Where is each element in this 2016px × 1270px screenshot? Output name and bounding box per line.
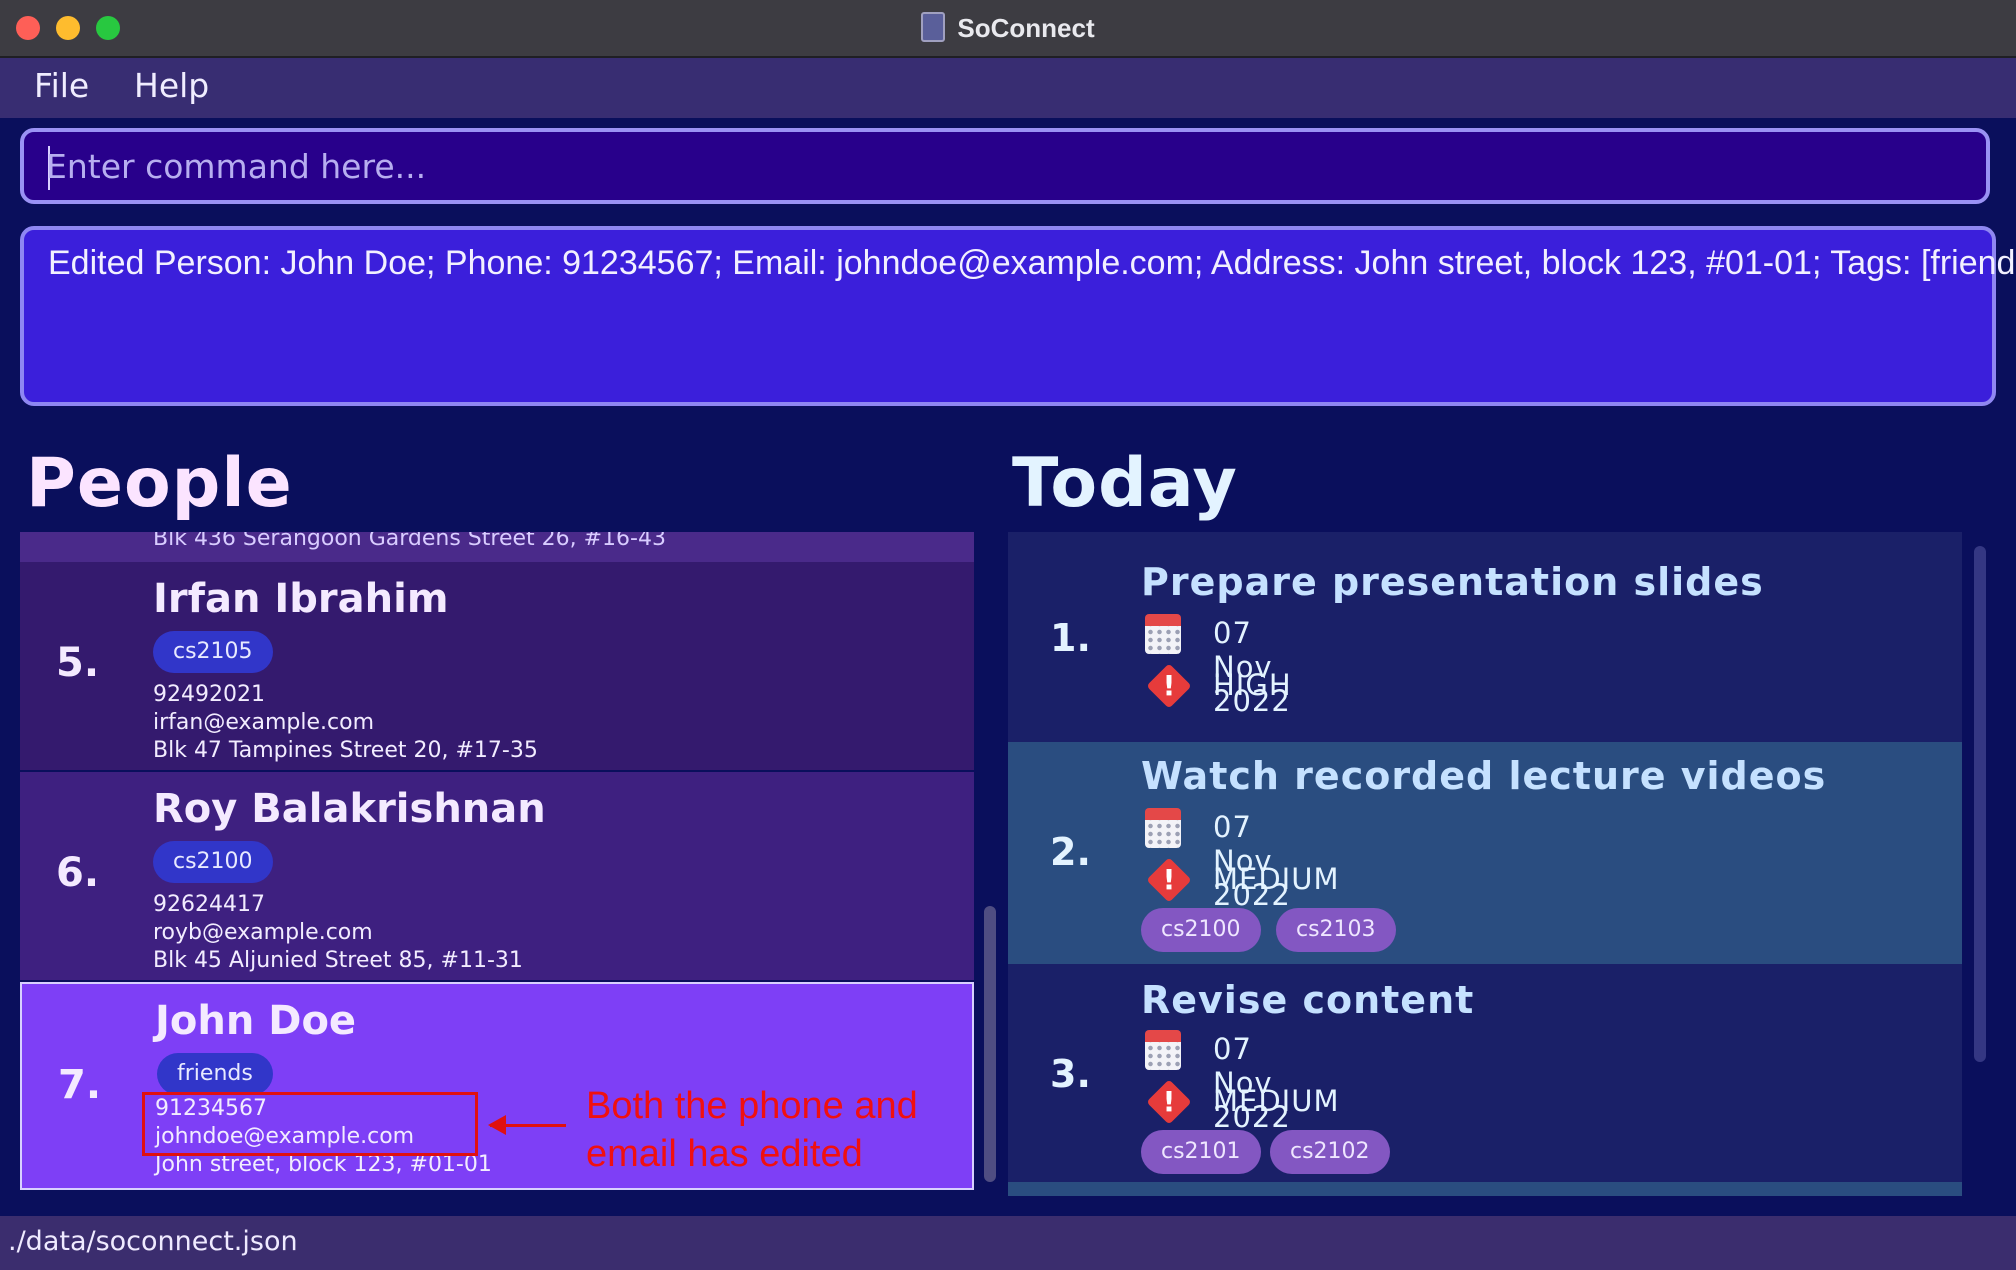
task-name: Revise content: [1141, 978, 1475, 1022]
today-task-list[interactable]: 1. Prepare presentation slides 07 Nov 20…: [1008, 532, 1962, 1196]
window-title: SoConnect: [957, 13, 1095, 43]
priority-warning-icon: !: [1146, 857, 1192, 903]
person-tag: cs2105: [153, 631, 273, 673]
person-address: Blk 436 Serangoon Gardens Street 26, #16…: [153, 532, 666, 551]
person-index: 7.: [58, 1062, 102, 1108]
person-address: Blk 45 Aljunied Street 85, #11-31: [153, 948, 523, 973]
annotation-arrowhead: [488, 1115, 506, 1135]
person-name: Roy Balakrishnan: [153, 786, 546, 832]
task-card[interactable]: 1. Prepare presentation slides 07 Nov 20…: [1008, 532, 1962, 742]
task-name: Prepare presentation slides: [1141, 560, 1764, 604]
command-input[interactable]: [46, 140, 1946, 192]
person-address: Blk 47 Tampines Street 20, #17-35: [153, 738, 538, 763]
task-date: 07 Nov 2022: [1213, 1032, 1291, 1134]
task-tag: cs2102: [1270, 1130, 1390, 1174]
task-priority: HIGH: [1213, 668, 1292, 702]
person-index: 6.: [56, 850, 100, 896]
task-card[interactable]: 2. Watch recorded lecture videos 07 Nov …: [1008, 742, 1962, 964]
command-box: [20, 128, 1990, 204]
person-card[interactable]: 5. Irfan Ibrahim cs2105 92492021 irfan@e…: [20, 562, 974, 770]
person-name: Irfan Ibrahim: [153, 576, 449, 622]
task-tag: cs2103: [1276, 908, 1396, 952]
today-heading: Today: [1012, 444, 1238, 523]
priority-warning-icon: !: [1146, 1079, 1192, 1125]
task-index: 2.: [1050, 830, 1091, 874]
status-bar: ./data/soconnect.json: [0, 1216, 2016, 1270]
people-heading: People: [26, 444, 293, 523]
annotation-text: Both the phone and email has edited: [586, 1085, 918, 1175]
priority-warning-icon: !: [1146, 663, 1192, 709]
task-priority: MEDIUM: [1213, 862, 1340, 896]
result-display: Edited Person: John Doe; Phone: 91234567…: [20, 226, 2016, 406]
calendar-icon: [1145, 1030, 1181, 1070]
result-text: Edited Person: John Doe; Phone: 91234567…: [48, 244, 2016, 282]
person-tag: cs2100: [153, 841, 273, 883]
menu-file[interactable]: File: [34, 66, 89, 105]
task-name: Watch recorded lecture videos: [1141, 754, 1827, 798]
app-icon: [921, 12, 946, 42]
title-bar: SoConnect: [0, 0, 2016, 58]
person-index: 5.: [56, 640, 100, 686]
data-file-path: ./data/soconnect.json: [8, 1226, 298, 1257]
person-phone: 92624417: [153, 892, 265, 917]
calendar-icon: [1145, 808, 1181, 848]
person-card[interactable]: 6. Roy Balakrishnan cs2100 92624417 royb…: [20, 772, 974, 980]
task-tag: cs2100: [1141, 908, 1261, 952]
app-window: SoConnect File Help Edited Person: John …: [0, 0, 2016, 1270]
person-phone: 92492021: [153, 682, 265, 707]
menu-bar: File Help: [0, 58, 2016, 118]
task-date: 07 Nov 2022: [1213, 810, 1291, 912]
person-email: royb@example.com: [153, 920, 373, 945]
person-name: John Doe: [155, 998, 357, 1044]
tasks-scrollbar[interactable]: [1974, 546, 1986, 1062]
person-tag: friends: [157, 1053, 273, 1095]
task-tag: cs2101: [1141, 1130, 1261, 1174]
menu-help[interactable]: Help: [134, 66, 209, 105]
task-priority: MEDIUM: [1213, 1084, 1340, 1118]
person-card-partial[interactable]: Blk 436 Serangoon Gardens Street 26, #16…: [20, 532, 974, 562]
task-card[interactable]: 3. Revise content 07 Nov 2022 ! MEDIUM c…: [1008, 964, 1962, 1182]
window-title-area: SoConnect: [0, 12, 2016, 44]
task-index: 1.: [1050, 616, 1091, 660]
task-index: 3.: [1050, 1052, 1091, 1096]
person-email: irfan@example.com: [153, 710, 374, 735]
task-card-partial[interactable]: [1008, 1182, 1962, 1196]
calendar-icon: [1145, 614, 1181, 654]
task-date: 07 Nov 2022: [1213, 616, 1291, 718]
annotation-highlight-box: [142, 1092, 478, 1156]
